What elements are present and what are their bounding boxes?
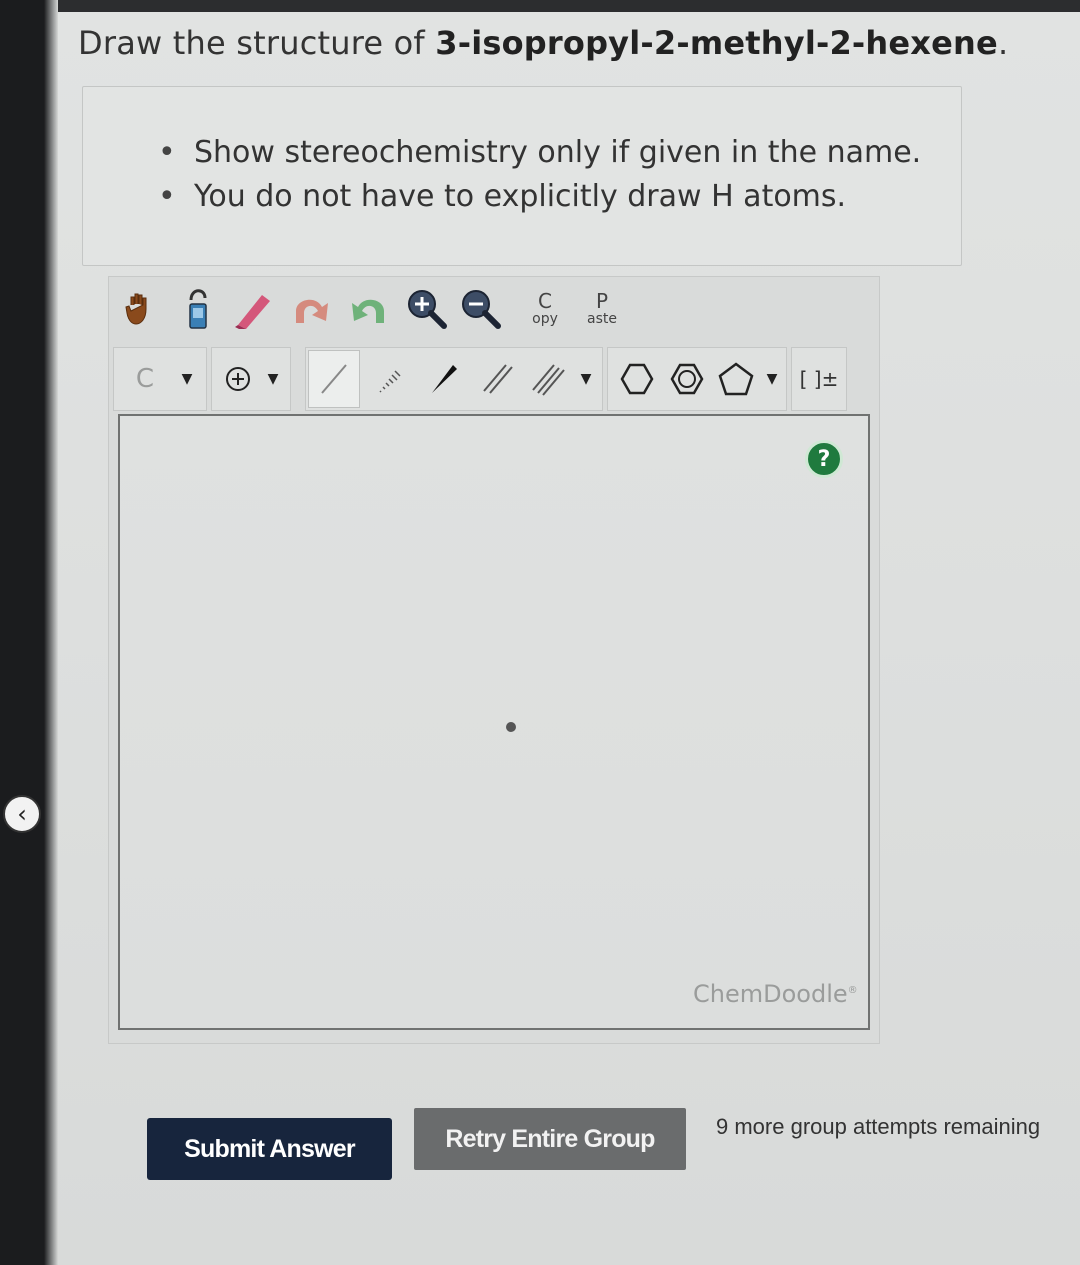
bond-group: ▼: [305, 347, 603, 411]
triple-bond-icon: [532, 364, 565, 396]
cyclohexane-button[interactable]: [612, 352, 662, 406]
zoom-out-button[interactable]: [455, 283, 507, 335]
wedge-bond-button[interactable]: [418, 350, 470, 408]
screen-top-bezel: [0, 0, 1080, 12]
zoom-out-icon: [462, 290, 501, 329]
instruction-item: Show stereochemistry only if given in th…: [158, 131, 921, 175]
copy-label-top: C: [538, 289, 552, 313]
single-bond-icon: [321, 364, 347, 394]
paste-label-top: P: [595, 289, 609, 313]
lasso-icon: [189, 289, 207, 329]
lasso-tool-button[interactable]: [173, 281, 221, 333]
zoom-in-icon: [408, 290, 447, 329]
atom-dropdown-button[interactable]: ▼: [172, 354, 202, 404]
chemdoodle-brand: ChemDoodle®: [693, 980, 858, 1008]
bracket-group: [ ]±: [791, 347, 847, 411]
copy-label-bottom: opy: [532, 311, 558, 327]
chevron-left-icon: ‹: [17, 800, 27, 828]
instruction-item: You do not have to explicitly draw H ato…: [158, 175, 921, 219]
question-suffix: .: [997, 24, 1009, 62]
question-text: Draw the structure of 3-isopropyl-2-meth…: [78, 24, 1008, 62]
submit-answer-button[interactable]: Submit Answer: [147, 1118, 392, 1180]
benzene-icon: [670, 363, 704, 395]
eraser-tool-button[interactable]: [229, 285, 279, 333]
atom-selector-group: C ▼: [113, 347, 207, 411]
hand-icon: [125, 293, 147, 325]
cyclopentane-icon: [718, 362, 754, 396]
double-bond-icon: [483, 364, 513, 394]
cyclopentane-button[interactable]: [712, 352, 760, 406]
cyclohexane-icon: [620, 363, 654, 395]
hashed-bond-icon: [379, 370, 401, 393]
undo-icon: [296, 299, 328, 323]
copy-button[interactable]: C opy: [519, 283, 571, 335]
bond-dropdown-button[interactable]: ▼: [572, 350, 600, 408]
collapse-sidebar-button[interactable]: ‹: [3, 795, 41, 833]
paste-label-bottom: aste: [587, 311, 617, 327]
help-button[interactable]: ?: [805, 440, 843, 478]
wedge-bond-icon: [432, 365, 457, 393]
paste-button[interactable]: P aste: [575, 283, 629, 335]
screen-left-bezel: [0, 0, 58, 1265]
question-prefix: Draw the structure of: [78, 24, 436, 62]
atom-label: C: [135, 364, 155, 394]
bracket-charge-icon: [ ]±: [799, 367, 839, 391]
brand-text: ChemDoodle: [693, 980, 848, 1008]
single-bond-button[interactable]: [308, 350, 360, 408]
caret-down-icon: ▼: [580, 371, 592, 387]
undo-button[interactable]: [287, 285, 339, 333]
canvas-cursor-dot: [506, 722, 516, 732]
hashed-bond-button[interactable]: [364, 350, 416, 408]
retry-group-button[interactable]: Retry Entire Group: [414, 1108, 686, 1170]
instructions-box: Show stereochemistry only if given in th…: [82, 86, 962, 266]
zoom-in-button[interactable]: [401, 283, 453, 335]
caret-down-icon: ▼: [766, 371, 778, 387]
redo-button[interactable]: [341, 285, 393, 333]
help-icon: ?: [817, 446, 831, 472]
bracket-charge-button[interactable]: [ ]±: [794, 352, 844, 406]
attempts-remaining: 9 more group attempts remaining: [716, 1114, 1041, 1139]
hand-tool-button[interactable]: [117, 285, 165, 333]
double-bond-button[interactable]: [472, 350, 524, 408]
drawing-canvas[interactable]: [118, 414, 870, 1030]
caret-down-icon: ▼: [267, 371, 279, 387]
charge-group: ▼: [211, 347, 291, 411]
atom-selector-button[interactable]: C: [120, 354, 170, 404]
benzene-button[interactable]: [662, 352, 712, 406]
charge-dropdown-button[interactable]: ▼: [260, 354, 286, 404]
triple-bond-button[interactable]: [524, 350, 572, 408]
charge-plus-icon: [226, 367, 250, 391]
caret-down-icon: ▼: [181, 371, 193, 387]
eraser-icon: [235, 295, 270, 329]
instructions-list: Show stereochemistry only if given in th…: [158, 131, 921, 219]
ring-group: ▼: [607, 347, 787, 411]
compound-name: 3-isopropyl-2-methyl-2-hexene: [435, 24, 998, 62]
charge-plus-button[interactable]: [218, 354, 258, 404]
ring-dropdown-button[interactable]: ▼: [760, 352, 784, 406]
redo-icon: [352, 299, 384, 323]
registered-mark: ®: [847, 985, 858, 996]
